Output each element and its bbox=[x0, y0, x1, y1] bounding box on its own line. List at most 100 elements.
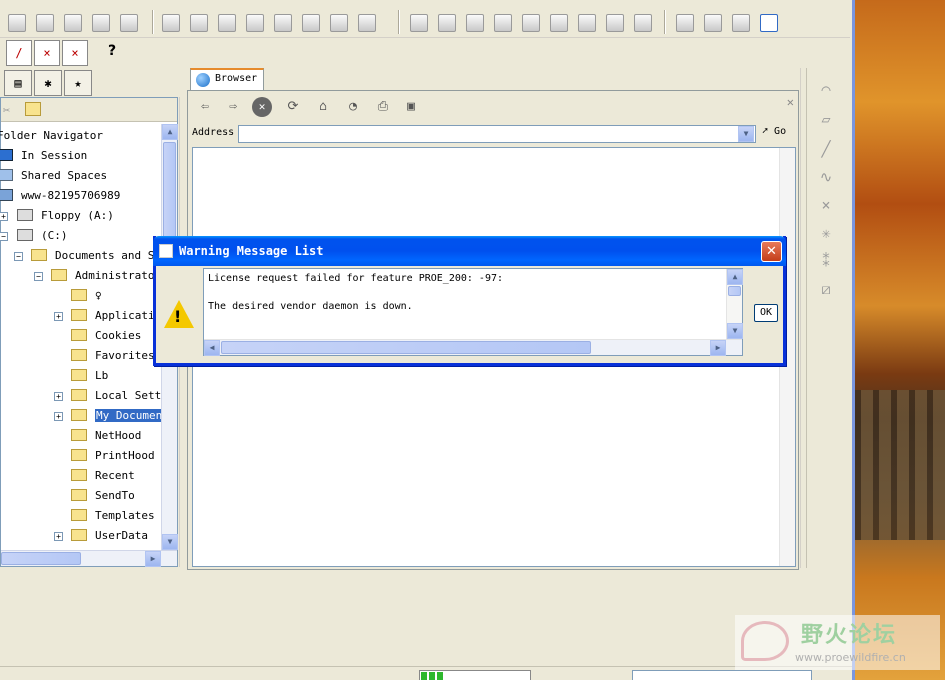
scroll-down-icon[interactable]: ▼ bbox=[727, 323, 743, 339]
redo-icon[interactable] bbox=[190, 14, 208, 32]
undo-icon[interactable] bbox=[162, 14, 180, 32]
tree-item-favorites[interactable]: Favorites bbox=[71, 347, 155, 365]
datum-csys-icon[interactable]: × bbox=[62, 40, 88, 66]
whats-this-help-icon[interactable]: ? bbox=[108, 43, 116, 59]
tree-item-nethood[interactable]: NetHood bbox=[71, 427, 141, 445]
tree-item-templates[interactable]: Templates bbox=[71, 507, 155, 525]
curve-icon[interactable]: ⌒ bbox=[815, 78, 837, 100]
print-icon[interactable]: ⎙ bbox=[372, 97, 394, 117]
expand-toggle[interactable]: + bbox=[0, 212, 8, 221]
shading-icon[interactable] bbox=[760, 14, 778, 32]
expand-toggle[interactable]: + bbox=[54, 532, 63, 541]
hidden-line-icon[interactable] bbox=[704, 14, 722, 32]
paste-icon[interactable] bbox=[274, 14, 292, 32]
spline-icon[interactable]: ∿ bbox=[815, 166, 837, 188]
home-icon[interactable]: ⌂ bbox=[312, 97, 334, 117]
saved-views-icon[interactable] bbox=[606, 14, 624, 32]
tree-item-printhood[interactable]: PrintHood bbox=[71, 447, 155, 465]
new-folder-icon[interactable] bbox=[25, 102, 41, 116]
tree-item-application-data[interactable]: Applicati bbox=[71, 307, 155, 325]
tree-item-computer[interactable]: www-82195706989 bbox=[0, 187, 120, 205]
collapse-toggle[interactable]: − bbox=[0, 232, 8, 241]
scroll-right-icon[interactable]: ▶ bbox=[145, 551, 161, 567]
send-mail-icon[interactable] bbox=[92, 14, 110, 32]
tree-item-cookies[interactable]: Cookies bbox=[71, 327, 141, 345]
scroll-right-icon[interactable]: ▶ bbox=[710, 340, 726, 356]
tree-item-administrator[interactable]: Administrator bbox=[51, 267, 161, 285]
cut-icon[interactable] bbox=[218, 14, 236, 32]
expand-toggle[interactable]: + bbox=[54, 392, 63, 401]
tree-item-local-settings[interactable]: Local Sett bbox=[71, 387, 161, 405]
zoom-in-icon[interactable] bbox=[494, 14, 512, 32]
scroll-left-icon[interactable]: ◀ bbox=[204, 340, 220, 356]
csys-icon[interactable]: ✳ bbox=[815, 222, 837, 244]
history-icon[interactable]: ◔ bbox=[342, 97, 364, 117]
print-icon[interactable] bbox=[64, 14, 82, 32]
tree-item-folder-navigator[interactable]: Folder Navigator bbox=[0, 127, 103, 145]
chevron-down-icon[interactable]: ▼ bbox=[738, 126, 754, 142]
regenerate-icon[interactable] bbox=[330, 14, 348, 32]
forward-icon[interactable]: ⇨ bbox=[222, 97, 244, 117]
scrollbar-thumb[interactable] bbox=[221, 341, 591, 354]
collapse-toggle[interactable]: − bbox=[34, 272, 43, 281]
paste-special-icon[interactable] bbox=[302, 14, 320, 32]
save-icon[interactable]: ▣ bbox=[400, 97, 422, 117]
collapse-toggle[interactable]: − bbox=[14, 252, 23, 261]
scroll-up-icon[interactable]: ▲ bbox=[727, 269, 743, 285]
tab-favorites[interactable]: ★ bbox=[64, 70, 92, 96]
scrollbar-thumb[interactable] bbox=[1, 552, 81, 565]
expand-toggle[interactable]: + bbox=[54, 312, 63, 321]
analysis-icon[interactable]: ⁑ bbox=[815, 250, 837, 272]
mail-icon[interactable] bbox=[120, 14, 138, 32]
tree-item-sendto[interactable]: SendTo bbox=[71, 487, 135, 505]
reorient-icon[interactable] bbox=[578, 14, 596, 32]
tab-folder-browser[interactable]: ✱ bbox=[34, 70, 62, 96]
scroll-up-icon[interactable]: ▲ bbox=[162, 124, 178, 140]
tree-item-documents-and-settings[interactable]: Documents and Se bbox=[31, 247, 161, 265]
address-input[interactable] bbox=[238, 125, 756, 143]
zoom-out-icon[interactable] bbox=[522, 14, 540, 32]
copy-icon[interactable] bbox=[246, 14, 264, 32]
no-hidden-icon[interactable] bbox=[732, 14, 750, 32]
layers-icon[interactable] bbox=[634, 14, 652, 32]
folder-up-icon[interactable]: ✂ bbox=[3, 103, 10, 117]
tree-item-lb[interactable]: Lb bbox=[71, 367, 108, 385]
folder-horizontal-scrollbar[interactable]: ▶ bbox=[1, 550, 177, 567]
stop-icon[interactable]: ✕ bbox=[252, 97, 272, 117]
datum-plane-icon[interactable]: / bbox=[6, 40, 32, 66]
relations-icon[interactable] bbox=[438, 14, 456, 32]
message-vertical-scrollbar[interactable]: ▲ ▼ bbox=[726, 269, 743, 339]
scroll-down-icon[interactable]: ▼ bbox=[162, 534, 178, 550]
axis-icon[interactable]: ╱ bbox=[815, 138, 837, 160]
close-button[interactable]: ✕ bbox=[761, 241, 782, 262]
tab-model-tree[interactable]: ▤ bbox=[4, 70, 32, 96]
close-icon[interactable]: ✕ bbox=[787, 95, 794, 109]
refit-icon[interactable] bbox=[550, 14, 568, 32]
plane-icon[interactable]: ▱ bbox=[815, 108, 837, 130]
tree-item-recent[interactable]: Recent bbox=[71, 467, 135, 485]
back-icon[interactable]: ⇦ bbox=[194, 97, 216, 117]
save-icon[interactable] bbox=[36, 14, 54, 32]
feature-icon[interactable]: ⧄ bbox=[815, 278, 837, 300]
datum-point-icon[interactable]: × bbox=[34, 40, 60, 66]
sketch-icon[interactable] bbox=[410, 14, 428, 32]
tree-item-floppy[interactable]: Floppy (A:) bbox=[17, 207, 114, 225]
refresh-icon[interactable]: ⟳ bbox=[282, 97, 304, 117]
tree-item-userdata[interactable]: UserData bbox=[71, 527, 148, 545]
point-icon[interactable]: × bbox=[815, 194, 837, 216]
expand-toggle[interactable]: + bbox=[54, 412, 63, 421]
wireframe-icon[interactable] bbox=[676, 14, 694, 32]
filter-dropdown[interactable] bbox=[632, 670, 812, 680]
tree-item-c-drive[interactable]: (C:) bbox=[17, 227, 68, 245]
tree-item-female[interactable]: ♀ bbox=[71, 287, 102, 305]
scrollbar-thumb[interactable] bbox=[728, 286, 741, 296]
tree-item-in-session[interactable]: In Session bbox=[0, 147, 87, 165]
dialog-title-bar[interactable]: Warning Message List ✕ bbox=[153, 236, 786, 266]
message-list[interactable]: License request failed for feature PROE_… bbox=[203, 268, 743, 356]
tab-browser[interactable]: Browser bbox=[190, 68, 264, 90]
tree-item-my-documents[interactable]: My Documen bbox=[71, 407, 164, 425]
ok-button[interactable]: OK bbox=[754, 304, 778, 322]
message-horizontal-scrollbar[interactable]: ◀ ▶ bbox=[204, 339, 742, 356]
go-button[interactable]: ➚ Go bbox=[762, 126, 786, 137]
open-folder-icon[interactable] bbox=[8, 14, 26, 32]
